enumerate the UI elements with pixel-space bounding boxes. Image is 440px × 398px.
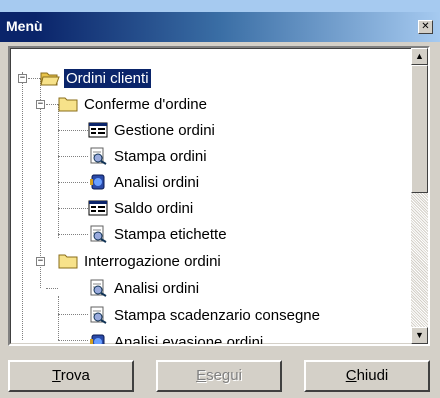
window-title: Menù [6, 18, 43, 34]
tree-node-ordini-clienti[interactable]: Ordini clienti [40, 65, 151, 91]
node-label: Stampa ordini [114, 147, 207, 165]
arrow-down-icon: ▼ [415, 330, 424, 340]
analysis-icon [90, 334, 105, 344]
node-label: Interrogazione ordini [84, 252, 221, 270]
title-bar[interactable]: Menù ✕ [0, 12, 440, 42]
node-label: Saldo ordini [114, 199, 194, 217]
tree-node-gestione-ordini[interactable]: Gestione ordini [88, 117, 217, 143]
title-strip [0, 0, 440, 12]
analysis-icon [90, 174, 105, 190]
tree-node-saldo-ordini[interactable]: Saldo ordini [88, 195, 195, 221]
esegui-button[interactable]: Esegui [156, 360, 282, 392]
form-icon [88, 200, 108, 216]
report-icon [90, 306, 107, 324]
node-label: Analisi evasione ordini [114, 333, 264, 346]
open-folder-icon [40, 72, 60, 86]
close-button[interactable]: ✕ [418, 20, 433, 34]
tree-node-interrogazione-ordini[interactable]: Interrogazione ordini [58, 248, 223, 274]
expander-conferme-ordine[interactable]: − [36, 100, 45, 109]
node-label: Stampa scadenzario consegne [114, 306, 320, 324]
node-label: Analisi ordini [114, 279, 200, 297]
node-label: Stampa etichette [114, 225, 227, 243]
tree-node-analisi-evasione[interactable]: Analisi evasione ordini [88, 329, 265, 346]
tree-content: − Ordini clienti − Conferme d'ordine Ges… [10, 48, 406, 344]
scroll-up-button[interactable]: ▲ [411, 48, 428, 65]
chiudi-button[interactable]: Chiudi [304, 360, 430, 392]
folder-icon [58, 254, 78, 269]
expander-interrogazione-ordini[interactable]: − [36, 257, 45, 266]
node-label: Ordini clienti [64, 68, 151, 88]
menu-window: Menù ✕ − Ordini clienti − Conferme d'ord… [0, 12, 440, 398]
folder-icon [58, 97, 78, 112]
tree-node-stampa-etichette[interactable]: Stampa etichette [88, 221, 229, 247]
node-label: Analisi ordini [114, 173, 200, 191]
trova-button[interactable]: Trova [8, 360, 134, 392]
node-label: Gestione ordini [114, 121, 215, 139]
expander-ordini-clienti[interactable]: − [18, 74, 27, 83]
report-icon [90, 279, 107, 297]
button-row: Trova Esegui Chiudi [0, 360, 440, 396]
tree-node-stampa-ordini[interactable]: Stampa ordini [88, 143, 209, 169]
report-icon [90, 147, 107, 165]
report-icon [90, 225, 107, 243]
tree-view: − Ordini clienti − Conferme d'ordine Ges… [8, 46, 430, 346]
tree-node-conferme-ordine[interactable]: Conferme d'ordine [58, 91, 209, 117]
tree-node-analisi-ordini-2[interactable]: Analisi ordini [88, 275, 201, 301]
node-label: Conferme d'ordine [84, 95, 207, 113]
vertical-scrollbar[interactable]: ▲ ▼ [411, 48, 428, 344]
tree-node-analisi-ordini[interactable]: Analisi ordini [88, 169, 201, 195]
scroll-down-button[interactable]: ▼ [411, 327, 428, 344]
arrow-up-icon: ▲ [415, 51, 424, 61]
tree-node-stampa-scadenzario[interactable]: Stampa scadenzario consegne [88, 302, 322, 328]
scroll-thumb[interactable] [411, 65, 428, 193]
form-icon [88, 122, 108, 138]
